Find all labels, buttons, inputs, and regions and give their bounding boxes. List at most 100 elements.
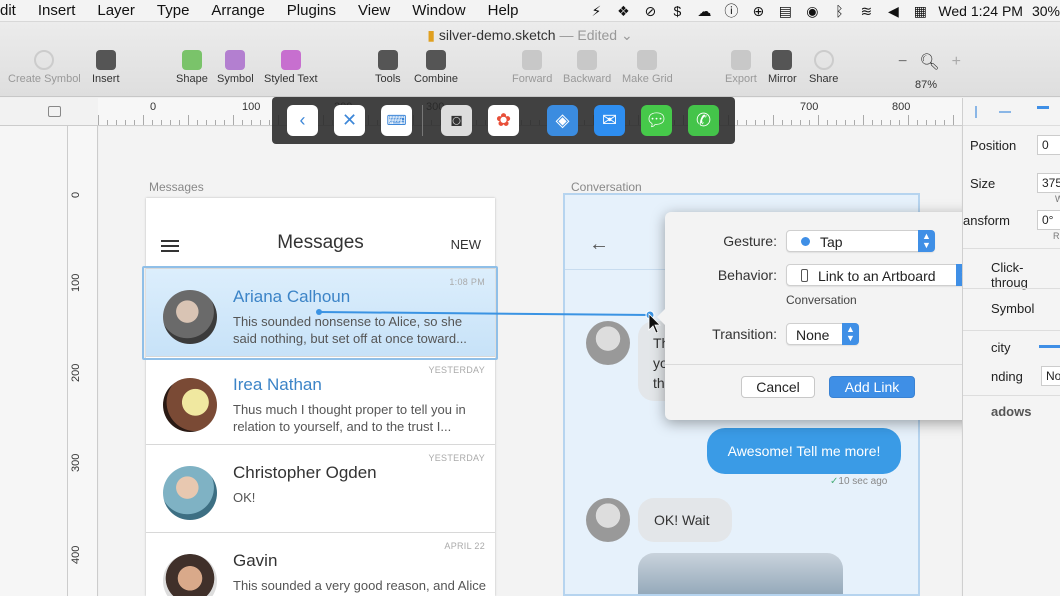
message-time: YESTERDAY bbox=[428, 365, 485, 375]
position-x-field[interactable]: 0 bbox=[1037, 135, 1060, 155]
create-symbol-button[interactable]: Create Symbol bbox=[8, 50, 81, 85]
circle-slash-icon[interactable]: ⊘ bbox=[641, 2, 659, 20]
behavior-target: Conversation bbox=[786, 293, 857, 307]
symbol-button[interactable]: Symbol bbox=[217, 50, 254, 85]
message-row[interactable]: Christopher Ogden YESTERDAY OK! bbox=[146, 444, 495, 532]
battery-level[interactable]: 30% bbox=[1032, 3, 1060, 19]
keyboard-icon[interactable]: ⌨ bbox=[381, 105, 412, 136]
align-center-icon[interactable] bbox=[999, 111, 1011, 113]
align-left-icon[interactable] bbox=[975, 106, 977, 118]
forward-button[interactable]: Forward bbox=[512, 50, 552, 85]
shadows-label[interactable]: adows bbox=[991, 404, 1031, 419]
magnifier-icon[interactable]: 🔍︎ bbox=[919, 52, 939, 72]
export-button[interactable]: Export bbox=[725, 50, 757, 85]
insert-button[interactable]: Insert bbox=[92, 50, 120, 85]
opacity-slider[interactable] bbox=[1039, 345, 1060, 348]
grid-icon bbox=[637, 50, 658, 70]
new-message-button[interactable]: NEW bbox=[451, 237, 481, 252]
rotation-field[interactable]: 0° bbox=[1037, 210, 1060, 230]
share-button[interactable]: Share bbox=[809, 50, 838, 85]
styled-text-button[interactable]: Styled Text bbox=[264, 50, 318, 85]
ruler-tick bbox=[881, 120, 882, 125]
phone-outline-icon bbox=[801, 269, 808, 282]
backward-icon bbox=[577, 50, 598, 70]
message-row[interactable]: Irea Nathan YESTERDAY Thus much I though… bbox=[146, 356, 495, 444]
menu-window[interactable]: Window bbox=[412, 2, 465, 19]
menu-view[interactable]: View bbox=[358, 2, 390, 19]
click-through-label[interactable]: Click-throug bbox=[991, 260, 1060, 290]
combine-button[interactable]: Combine bbox=[414, 50, 458, 85]
photos-icon[interactable]: ✿ bbox=[488, 105, 519, 136]
inspector-divider bbox=[963, 248, 1060, 249]
screen-icon[interactable]: ▤ bbox=[776, 2, 794, 20]
gesture-select[interactable]: Tap ▲ ▼ bbox=[786, 230, 935, 252]
transition-select[interactable]: None ▲ ▼ bbox=[786, 323, 859, 345]
messages-artboard-label[interactable]: Messages bbox=[149, 180, 204, 194]
collapse-icon[interactable] bbox=[48, 106, 61, 117]
transition-value: None bbox=[796, 327, 830, 343]
symbol-label[interactable]: Symbol bbox=[991, 301, 1034, 316]
message-preview: OK! bbox=[233, 490, 256, 505]
sent-time: 10 sec ago bbox=[838, 476, 888, 487]
menu-layer[interactable]: Layer bbox=[97, 2, 135, 19]
menu-edit[interactable]: dit bbox=[0, 2, 16, 19]
plus-icon bbox=[95, 50, 116, 70]
volume-icon[interactable]: ◀ bbox=[884, 2, 902, 20]
cloud-icon[interactable]: ☁ bbox=[695, 2, 713, 20]
camera-icon[interactable]: ◙ bbox=[441, 105, 472, 136]
flag-icon[interactable]: ▦ bbox=[911, 2, 929, 20]
safari-icon[interactable]: ◈ bbox=[547, 105, 578, 136]
globe-icon[interactable]: ⊕ bbox=[749, 2, 767, 20]
clock[interactable]: Wed 1:24 PM bbox=[938, 3, 1023, 19]
document-name: silver-demo.sketch bbox=[438, 27, 556, 43]
styled-text-icon bbox=[280, 50, 301, 70]
zoom-out-icon[interactable]: − bbox=[898, 53, 907, 71]
menu-insert[interactable]: Insert bbox=[38, 2, 76, 19]
back-arrow-icon[interactable]: ← bbox=[589, 233, 609, 256]
dropbox-icon[interactable]: ❖ bbox=[614, 2, 632, 20]
ruler-top-label: 0 bbox=[150, 101, 157, 113]
size-width-field[interactable]: 375 bbox=[1037, 173, 1060, 193]
bluetooth-icon[interactable]: ᛒ bbox=[830, 2, 848, 20]
conversation-artboard-label[interactable]: Conversation bbox=[571, 180, 642, 194]
dollar-icon[interactable]: $ bbox=[668, 2, 686, 20]
shape-button[interactable]: Shape bbox=[176, 50, 208, 85]
ruler-tick bbox=[161, 120, 162, 125]
wifi-icon[interactable]: ≋ bbox=[857, 2, 875, 20]
alert-icon[interactable]: ⓘ bbox=[722, 2, 740, 20]
ruler-tick bbox=[269, 120, 270, 125]
zoom-in-icon[interactable]: + bbox=[952, 53, 961, 71]
backward-button[interactable]: Backward bbox=[563, 50, 611, 85]
phone-icon[interactable]: ✆ bbox=[688, 105, 719, 136]
menu-type[interactable]: Type bbox=[157, 2, 190, 19]
gesture-label: Gesture: bbox=[723, 233, 777, 249]
add-link-button[interactable]: Add Link bbox=[829, 376, 915, 398]
stepper-icon: ▲▼ bbox=[918, 230, 935, 252]
menu-plugins[interactable]: Plugins bbox=[287, 2, 336, 19]
make-grid-button[interactable]: Make Grid bbox=[622, 50, 673, 85]
symbol-icon bbox=[225, 50, 246, 70]
bolt-icon[interactable]: ⚡ bbox=[587, 2, 605, 20]
message-row[interactable]: Gavin APRIL 22 This sounded a very good … bbox=[146, 532, 495, 596]
create-symbol-icon bbox=[34, 50, 55, 70]
status-icons: ⚡ ❖ ⊘ $ ☁ ⓘ ⊕ ▤ ◉ ᛒ ≋ ◀ ▦ Wed 1:24 PM 30… bbox=[587, 0, 1060, 22]
record-icon[interactable]: ◉ bbox=[803, 2, 821, 20]
messages-icon[interactable]: 💬︎ bbox=[641, 105, 672, 136]
blending-select[interactable]: No bbox=[1041, 366, 1060, 386]
back-icon[interactable]: ‹ bbox=[287, 105, 318, 136]
chevron-down-icon[interactable]: ⌄ bbox=[621, 27, 633, 43]
messages-artboard[interactable]: Messages NEW Ariana Calhoun 1:08 PM This… bbox=[146, 198, 495, 596]
ruler-tick bbox=[845, 120, 846, 125]
align-top-icon[interactable] bbox=[1037, 106, 1049, 116]
close-icon[interactable]: ✕ bbox=[334, 105, 365, 136]
mirror-button[interactable]: Mirror bbox=[768, 50, 797, 85]
behavior-select[interactable]: Link to an Artboard ▲▼ bbox=[786, 264, 973, 286]
ruler-top-label: 700 bbox=[800, 101, 819, 113]
menu-help[interactable]: Help bbox=[488, 2, 519, 19]
ruler-tick bbox=[800, 120, 801, 125]
menu-arrange[interactable]: Arrange bbox=[211, 2, 264, 19]
cancel-button[interactable]: Cancel bbox=[741, 376, 815, 398]
avatar bbox=[163, 466, 217, 520]
mail-icon[interactable]: ✉ bbox=[594, 105, 625, 136]
tools-button[interactable]: Tools bbox=[375, 50, 401, 85]
